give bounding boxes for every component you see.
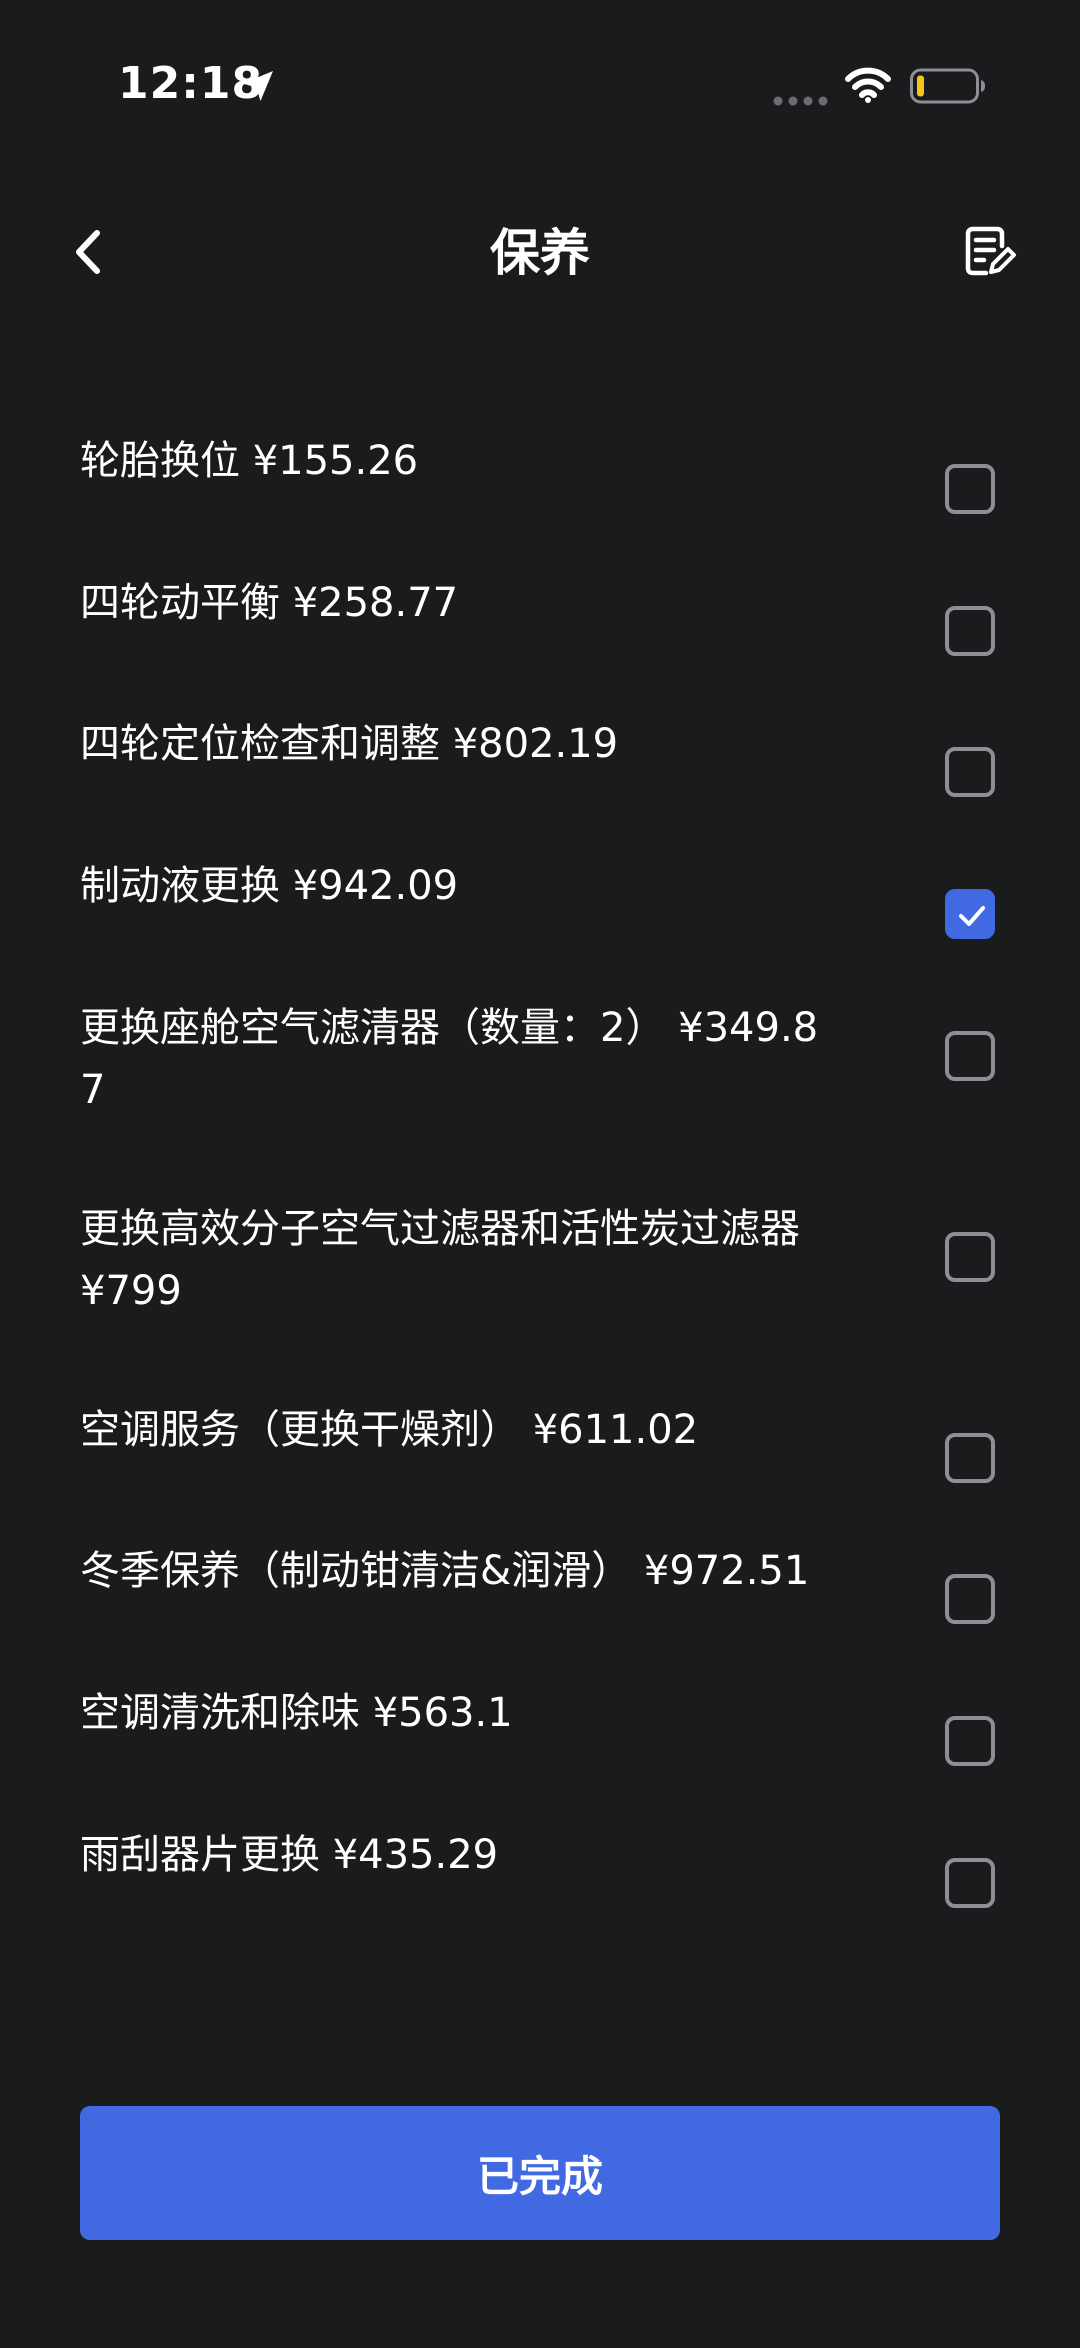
item-checkbox[interactable] (945, 889, 995, 939)
page-title: 保养 (490, 224, 590, 282)
item-label: 空调清洗和除味 ¥563.1 (80, 1690, 513, 1736)
cellular-signal-icon (773, 96, 828, 106)
battery-low-icon (910, 68, 985, 104)
item-checkbox[interactable] (945, 1574, 995, 1624)
item-label: 空调服务（更换干燥剂） ¥611.02 (80, 1407, 699, 1453)
item-label: 更换座舱空气滤清器（数量：2） ¥349.87 (80, 1005, 819, 1113)
item-checkbox[interactable] (945, 606, 995, 656)
status-bar: 12:18 (0, 0, 1080, 160)
chevron-left-icon (76, 230, 100, 274)
item-label: 四轮动平衡 ¥258.77 (80, 580, 459, 626)
item-label: 冬季保养（制动钳清洁&润滑） ¥972.51 (80, 1548, 810, 1594)
item-checkbox[interactable] (945, 1433, 995, 1483)
item-label: 更换高效分子空气过滤器和活性炭过滤器 ¥799 (80, 1206, 800, 1314)
done-button[interactable]: 已完成 (80, 2106, 1000, 2240)
item-label: 雨刮器片更换 ¥435.29 (80, 1832, 499, 1878)
item-checkbox[interactable] (945, 1232, 995, 1282)
edit-notes-icon (965, 226, 1016, 276)
item-checkbox[interactable] (945, 747, 995, 797)
wifi-icon (845, 67, 891, 103)
back-button[interactable] (62, 222, 114, 282)
item-label: 轮胎换位 ¥155.26 (80, 438, 419, 484)
item-label: 四轮定位检查和调整 ¥802.19 (80, 721, 619, 767)
edit-notes-button[interactable] (962, 224, 1018, 280)
item-checkbox[interactable] (945, 1716, 995, 1766)
item-checkbox[interactable] (945, 1858, 995, 1908)
checkmark-icon (959, 906, 985, 926)
item-checkbox[interactable] (945, 1031, 995, 1081)
item-label: 制动液更换 ¥942.09 (80, 863, 459, 909)
location-arrow-icon (243, 71, 273, 101)
item-checkbox[interactable] (945, 464, 995, 514)
